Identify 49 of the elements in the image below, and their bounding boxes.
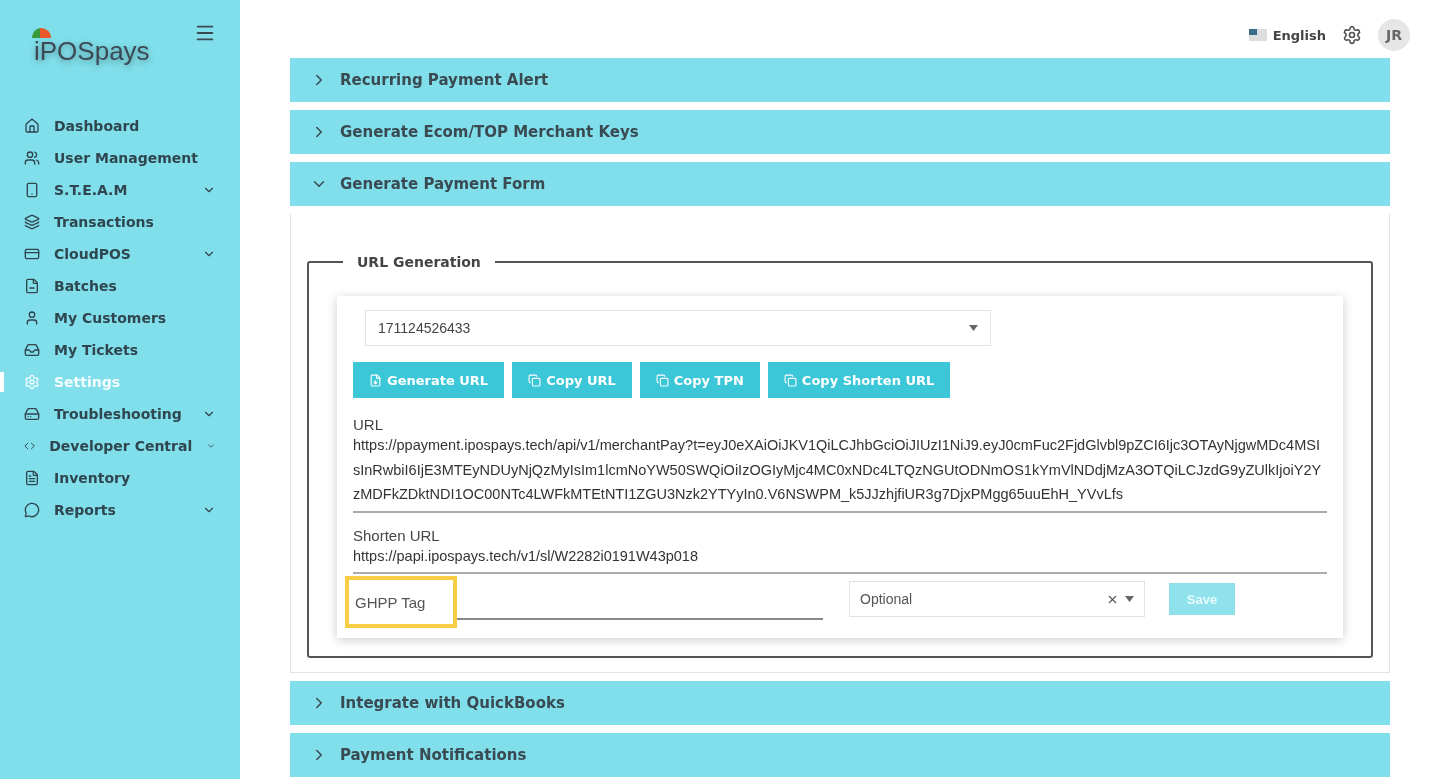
shorten-url-value: https://papi.ipospays.tech/v1/sl/W2282i0191W43p018: [353, 543, 1327, 574]
url-value: https://ppayment.ipospays.tech/api/v1/merchantPay?t=eyJ0eXAiOiJKV1QiLCJhbGciOiJIUzI1NiJ9.eyJ0cmFuc2FjdGlvbl9pZCI6Ijc3OTAyNjgwMDc4MSIsInRwbiI6IjE3MTEyNDUyNjQzMyIsIm1lcmNoYW50SWQiOiIzOGIyMjc4MC0xNDc4LTQzNGUtODNmOS1kYmVlNDdjMzA3OTQiLCJzdG9yZUlkIjoiY2YzMDFkZDktNDI1OC00NTc4LWFkMTEtNTI1ZGU3Nzk2YTYyIn0.V6NSWPM_k5JJzhjfiUR3g7DjxPMgg65uuEhH_YVvLfs: [353, 433, 1327, 513]
avatar[interactable]: JR: [1378, 19, 1410, 51]
document-icon: [24, 470, 40, 486]
copy-icon: [655, 373, 669, 387]
sidebar-item[interactable]: Developer Central: [0, 430, 240, 462]
optional-select[interactable]: Optional: [849, 581, 1145, 617]
card-icon: [24, 246, 40, 262]
sidebar-item[interactable]: My Tickets: [0, 334, 240, 366]
sidebar-item[interactable]: Transactions: [0, 206, 240, 238]
group-legend: URL Generation: [343, 254, 495, 270]
drive-icon: [24, 406, 40, 422]
inbox-icon: [24, 342, 40, 358]
sidebar-item[interactable]: Inventory: [0, 462, 240, 494]
copy-icon: [783, 373, 797, 387]
sidebar-item[interactable]: CloudPOS: [0, 238, 240, 270]
chat-icon: [24, 502, 40, 518]
caret-icon: [1125, 596, 1134, 602]
caret-icon: [969, 325, 978, 331]
sidebar-item[interactable]: User Management: [0, 142, 240, 174]
layers-icon: [24, 214, 40, 230]
accordion-header[interactable]: Payment Notifications: [290, 733, 1390, 777]
sidebar-item[interactable]: Batches: [0, 270, 240, 302]
accordion-header[interactable]: Recurring Payment Alert: [290, 58, 1390, 102]
user-icon: [24, 310, 40, 326]
document-icon: [369, 373, 382, 387]
accordion-header[interactable]: Generate Ecom/TOP Merchant Keys: [290, 110, 1390, 154]
field-label: URL: [353, 416, 384, 433]
tag-field[interactable]: GHPP Tag: [345, 576, 457, 628]
settings-icon: [24, 374, 40, 390]
field-label: Shorten URL: [353, 526, 441, 544]
sidebar-item[interactable]: Dashboard: [0, 110, 240, 142]
flag-icon: [1248, 29, 1267, 41]
phone-icon: [24, 182, 40, 198]
file-icon: [24, 278, 40, 294]
settings-icon[interactable]: [1342, 25, 1362, 45]
sidebar-item[interactable]: My Customers: [0, 302, 240, 334]
tpn-select[interactable]: 171124526433: [365, 310, 991, 346]
sidebar-item[interactable]: Reports: [0, 494, 240, 526]
home-icon: [24, 118, 40, 134]
users-icon: [24, 150, 40, 166]
ipospays-logo: iPOSpays: [34, 22, 150, 67]
umbrella-icon: [32, 26, 52, 40]
accordion-header[interactable]: Integrate with QuickBooks: [290, 681, 1390, 725]
accordion-header[interactable]: Generate Payment Form: [290, 162, 1390, 206]
copy-icon: [528, 373, 542, 387]
language-selector[interactable]: English: [1248, 27, 1326, 43]
sidebar-item[interactable]: Troubleshooting: [0, 398, 240, 430]
sidebar-item[interactable]: S.T.E.A.M: [0, 174, 240, 206]
